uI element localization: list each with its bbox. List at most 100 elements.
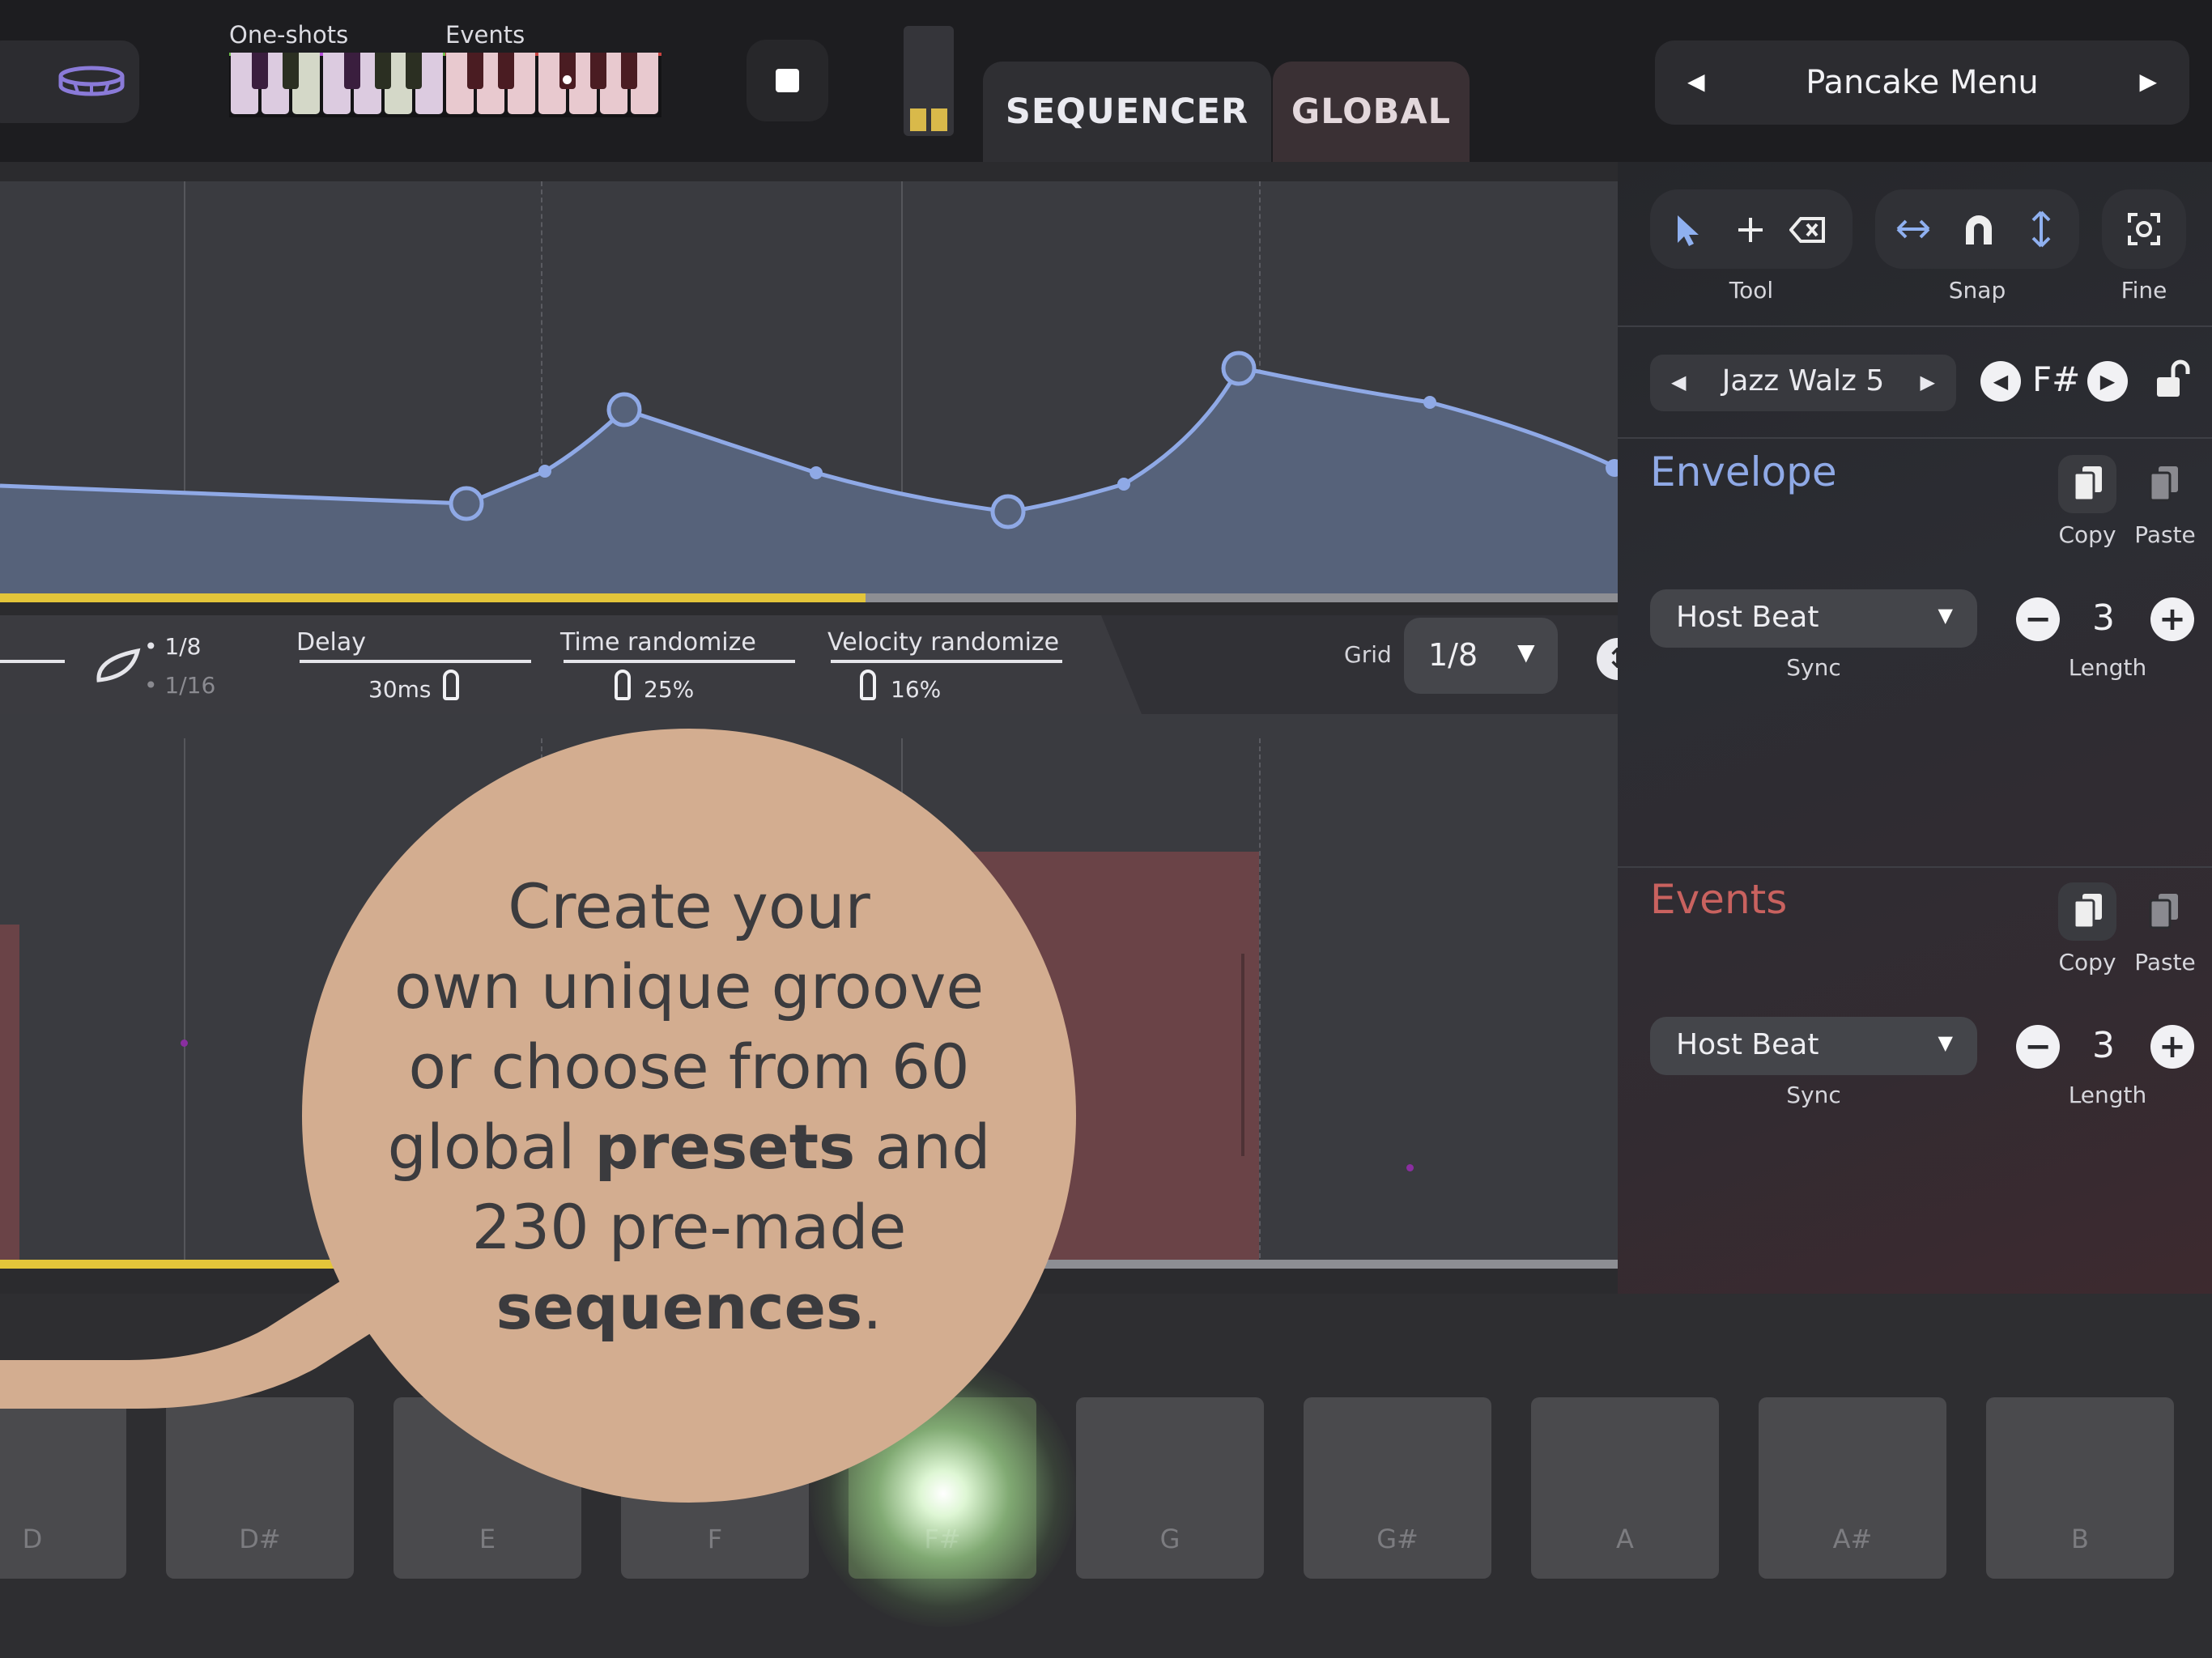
copy-icon: [2073, 894, 2102, 929]
envelope-node: [990, 494, 1026, 529]
events-sync-value: Host Beat: [1676, 1028, 1819, 1061]
envelope-progress-fill: [0, 593, 866, 602]
snap-vertical-icon[interactable]: [2029, 209, 2053, 249]
delay-label: Delay: [296, 628, 367, 657]
time-randomize-label: Time randomize: [560, 628, 756, 657]
events-copy-button[interactable]: [2058, 882, 2116, 941]
time-randomize-thumb[interactable]: [615, 670, 631, 700]
stop-icon: [776, 69, 799, 92]
mini-keyboard[interactable]: [229, 53, 661, 117]
velocity-randomize-slider[interactable]: [831, 660, 1062, 663]
copy-icon: [2073, 466, 2102, 502]
grid-value: 1/8: [1428, 637, 1478, 673]
velocity-randomize-label: Velocity randomize: [827, 628, 1060, 657]
pad-key[interactable]: D#: [166, 1397, 354, 1579]
level-meter: [904, 26, 954, 136]
envelope-paste-button[interactable]: [2134, 455, 2193, 513]
chevron-down-icon: ▼: [1938, 1031, 1953, 1054]
envelope-node: [449, 486, 484, 521]
time-randomize-slider[interactable]: [564, 660, 795, 663]
envelope-sync-label: Sync: [1786, 654, 1841, 681]
envelope-editor[interactable]: [0, 181, 1618, 602]
paste-icon: [2149, 894, 2178, 929]
preset-selector[interactable]: ◀ Pancake Menu ▶: [1655, 40, 2189, 125]
pattern-name: Jazz Walz 5: [1721, 364, 1885, 397]
tab-sequencer[interactable]: SEQUENCER: [983, 62, 1271, 162]
key-down-icon[interactable]: ◀: [1980, 361, 2021, 402]
grid-label: Grid: [1344, 641, 1392, 668]
pad-key[interactable]: G: [1076, 1397, 1264, 1579]
tool-label: Tool: [1729, 277, 1774, 304]
chevron-down-icon: ▼: [1517, 639, 1535, 665]
velocity-randomize-value: 16%: [891, 676, 942, 703]
envelope-title: Envelope: [1650, 449, 1837, 495]
swing-icon: [96, 648, 141, 682]
envelope-length-minus-icon[interactable]: −: [2016, 597, 2060, 641]
events-sync-dropdown[interactable]: Host Beat ▼: [1650, 1017, 1977, 1075]
chevron-down-icon: ▼: [1938, 604, 1953, 627]
envelope-length-value: 3: [2092, 597, 2115, 639]
envelope-sync-dropdown[interactable]: Host Beat ▼: [1650, 589, 1977, 648]
events-length-value: 3: [2092, 1025, 2115, 1066]
drum-icon: [58, 66, 125, 96]
envelope-length-label: Length: [2068, 654, 2147, 681]
magnet-icon[interactable]: [1963, 212, 1995, 246]
pad-key[interactable]: A#: [1759, 1397, 1946, 1579]
next-pattern-icon[interactable]: ▶: [1921, 371, 1935, 393]
velocity-randomize-thumb[interactable]: [860, 670, 876, 700]
events-title: Events: [1650, 876, 1788, 923]
key-up-icon[interactable]: ▶: [2087, 361, 2128, 402]
swing-option-sixteenth[interactable]: 1/16: [164, 672, 215, 699]
active-note-dot: [563, 75, 572, 84]
fine-label: Fine: [2121, 277, 2167, 304]
erase-tool-icon[interactable]: [1789, 215, 1827, 244]
pattern-key: F#: [2032, 359, 2081, 399]
preset-name: Pancake Menu: [1806, 64, 2039, 101]
snap-horizontal-icon[interactable]: [1895, 217, 1932, 241]
fine-target-icon: [2128, 213, 2160, 245]
envelope-sync-value: Host Beat: [1676, 601, 1819, 634]
oneshots-label: One-shots: [229, 21, 349, 49]
add-tool-icon[interactable]: [1736, 215, 1765, 244]
callout-text: Create your own unique groove or choose …: [387, 870, 991, 1343]
pad-key[interactable]: B: [1986, 1397, 2174, 1579]
promo-callout: Create your own unique groove or choose …: [302, 729, 1076, 1503]
events-label: Events: [445, 21, 525, 49]
envelope-node: [606, 392, 642, 427]
events-paste-button[interactable]: [2134, 882, 2193, 941]
tab-global[interactable]: GLOBAL: [1273, 62, 1470, 162]
events-sync-label: Sync: [1786, 1082, 1841, 1108]
pad-key[interactable]: D: [0, 1397, 126, 1579]
snap-label: Snap: [1948, 277, 2006, 304]
envelope-copy-button[interactable]: [2058, 455, 2116, 513]
pointer-tool-icon[interactable]: [1674, 214, 1702, 248]
pattern-selector[interactable]: ◀ Jazz Walz 5 ▶: [1650, 355, 1956, 411]
events-paste-label: Paste: [2134, 949, 2196, 976]
envelope-paste-label: Paste: [2134, 521, 2196, 548]
events-length-label: Length: [2068, 1082, 2147, 1108]
tool-group: [1650, 189, 1853, 269]
events-length-plus-icon[interactable]: +: [2150, 1025, 2194, 1069]
envelope-curve[interactable]: [0, 181, 1618, 594]
pad-key[interactable]: A: [1531, 1397, 1719, 1579]
unlock-icon[interactable]: [2155, 359, 2191, 400]
swing-slider-line[interactable]: [0, 660, 65, 663]
envelope-progress-bar: [0, 593, 1618, 602]
envelope-copy-label: Copy: [2058, 521, 2116, 548]
envelope-length-plus-icon[interactable]: +: [2150, 597, 2194, 641]
swing-option-eighth[interactable]: 1/8: [164, 633, 201, 660]
time-randomize-value: 25%: [644, 676, 695, 703]
delay-slider[interactable]: [300, 660, 531, 663]
grid-select[interactable]: 1/8 ▼: [1404, 618, 1558, 694]
instrument-button[interactable]: [0, 40, 139, 123]
delay-slider-thumb[interactable]: [443, 670, 459, 700]
fine-button[interactable]: [2102, 189, 2186, 269]
stop-button[interactable]: [747, 40, 828, 121]
events-length-minus-icon[interactable]: −: [2016, 1025, 2060, 1069]
envelope-node: [1221, 351, 1257, 386]
next-preset-icon[interactable]: ▶: [2139, 68, 2157, 95]
pad-key[interactable]: G#: [1304, 1397, 1491, 1579]
paste-icon: [2149, 466, 2178, 502]
sidebar: Tool Snap Fine ◀ Jazz Walz 5 ▶ ◀ F# ▶ En…: [1618, 162, 2212, 1294]
events-copy-label: Copy: [2058, 949, 2116, 976]
